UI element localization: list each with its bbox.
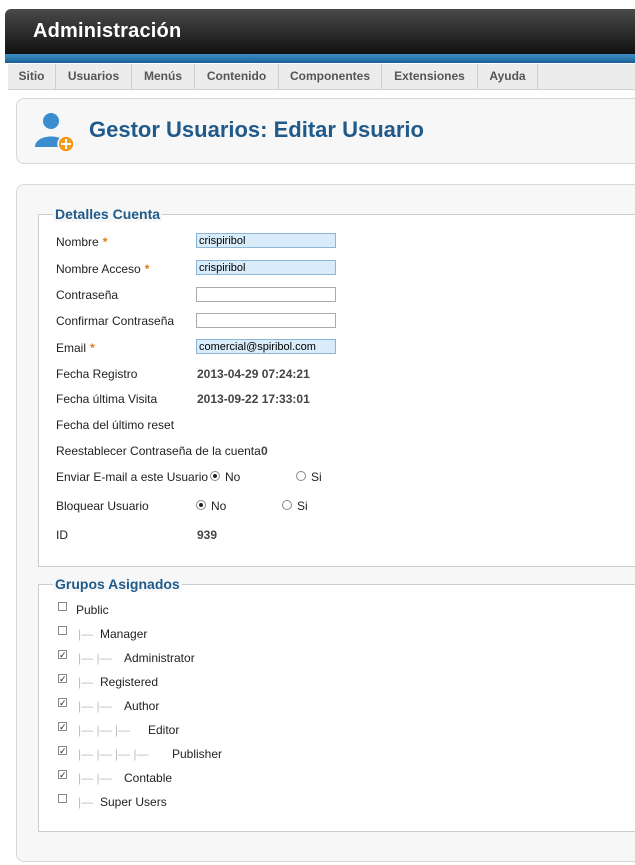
group-label-publisher: Publisher xyxy=(172,747,223,761)
app-title: Administración xyxy=(33,20,182,42)
edit-user-form: Detalles Cuenta Nombre* Nombre Acceso* C… xyxy=(16,184,635,862)
send-email-label: Enviar E-mail a este Usuario xyxy=(56,470,209,484)
username-input[interactable] xyxy=(196,260,336,275)
confirm-password-input[interactable] xyxy=(196,313,336,328)
name-label: Nombre * xyxy=(56,235,108,249)
tree-indent: |— xyxy=(78,627,94,641)
user-add-icon xyxy=(35,113,75,153)
email-input[interactable] xyxy=(196,339,336,354)
group-label-super-users: Super Users xyxy=(100,795,167,809)
confirm-password-label: Confirmar Contraseña xyxy=(56,314,175,328)
password-input[interactable] xyxy=(196,287,336,302)
group-checkbox-author[interactable]: ✓ xyxy=(58,698,67,708)
group-label-public: Public xyxy=(76,603,109,617)
menu-item-extensiones[interactable]: Extensiones xyxy=(382,64,478,89)
group-checkbox-contable[interactable]: ✓ xyxy=(58,770,67,780)
reset-count-label: Reestablecer Contraseña de la cuenta xyxy=(56,444,261,458)
menu-item-menus[interactable]: Menús xyxy=(132,64,195,89)
required-mark: * xyxy=(90,341,95,355)
group-label-author: Author xyxy=(124,699,160,713)
account-details-fieldset: Detalles Cuenta Nombre* Nombre Acceso* C… xyxy=(38,206,635,567)
group-label-registered: Registered xyxy=(100,675,159,689)
register-date-label: Fecha Registro xyxy=(56,367,138,381)
required-mark: * xyxy=(102,235,108,249)
username-label: Nombre Acceso * xyxy=(56,262,150,276)
register-date-value: 2013-04-29 07:24:21 xyxy=(197,367,310,381)
password-label: Contraseña xyxy=(56,288,119,302)
tree-indent: |— |— |— xyxy=(78,723,131,737)
header-accent-strip xyxy=(5,54,635,63)
group-label-administrator: Administrator xyxy=(124,651,195,665)
id-value: 939 xyxy=(197,528,218,542)
send-email-no-label: No xyxy=(225,470,241,484)
group-label-editor: Editor xyxy=(148,723,180,737)
last-reset-label: Fecha del último reset xyxy=(56,418,175,432)
group-checkbox-administrator[interactable]: ✓ xyxy=(58,650,67,660)
block-user-no-radio[interactable] xyxy=(196,500,206,510)
group-label-contable: Contable xyxy=(124,771,173,785)
menu-item-sitio[interactable]: Sitio xyxy=(8,64,56,89)
group-label-manager: Manager xyxy=(100,627,148,641)
group-checkbox-editor[interactable]: ✓ xyxy=(58,722,67,732)
block-user-label: Bloquear Usuario xyxy=(56,499,149,513)
group-checkbox-registered[interactable]: ✓ xyxy=(58,674,67,684)
group-checkbox-public[interactable] xyxy=(58,602,67,611)
main-menu: Sitio Usuarios Menús Contenido Component… xyxy=(8,64,635,90)
assigned-groups-fieldset: Grupos Asignados Public |— Manager ✓ |— … xyxy=(38,576,635,832)
block-user-no-label: No xyxy=(211,499,227,513)
account-details-legend: Detalles Cuenta xyxy=(53,206,163,222)
group-checkbox-publisher[interactable]: ✓ xyxy=(58,746,67,756)
menu-item-componentes[interactable]: Componentes xyxy=(279,64,382,89)
reset-count-value: 0 xyxy=(261,444,268,458)
id-label: ID xyxy=(56,528,68,542)
tree-indent: |— |— xyxy=(78,699,112,713)
tree-indent: |— |— |— |— xyxy=(78,747,149,761)
page-title: Gestor Usuarios: Editar Usuario xyxy=(89,117,424,142)
send-email-yes-label: Si xyxy=(311,470,322,484)
last-visit-label: Fecha última Visita xyxy=(56,392,158,406)
block-user-yes-label: Si xyxy=(297,499,308,513)
send-email-no-radio[interactable] xyxy=(210,471,220,481)
tree-indent: |— |— xyxy=(78,771,112,785)
menu-item-ayuda[interactable]: Ayuda xyxy=(478,64,538,89)
required-mark: * xyxy=(144,262,150,276)
menu-item-usuarios[interactable]: Usuarios xyxy=(56,64,132,89)
admin-header-bar: Administración xyxy=(5,9,635,54)
block-user-yes-radio[interactable] xyxy=(282,500,292,510)
tree-indent: |— xyxy=(78,795,94,809)
group-checkbox-super-users[interactable] xyxy=(58,794,67,803)
page-header: Gestor Usuarios: Editar Usuario xyxy=(16,98,635,164)
assigned-groups-legend: Grupos Asignados xyxy=(53,576,182,592)
group-checkbox-manager[interactable] xyxy=(58,626,67,635)
last-visit-value: 2013-09-22 17:33:01 xyxy=(197,392,310,406)
menu-item-contenido[interactable]: Contenido xyxy=(195,64,279,89)
tree-indent: |— |— xyxy=(78,651,112,665)
email-label: Email * xyxy=(56,341,95,355)
send-email-yes-radio[interactable] xyxy=(296,471,306,481)
name-input[interactable] xyxy=(196,233,336,248)
tree-indent: |— xyxy=(78,675,94,689)
